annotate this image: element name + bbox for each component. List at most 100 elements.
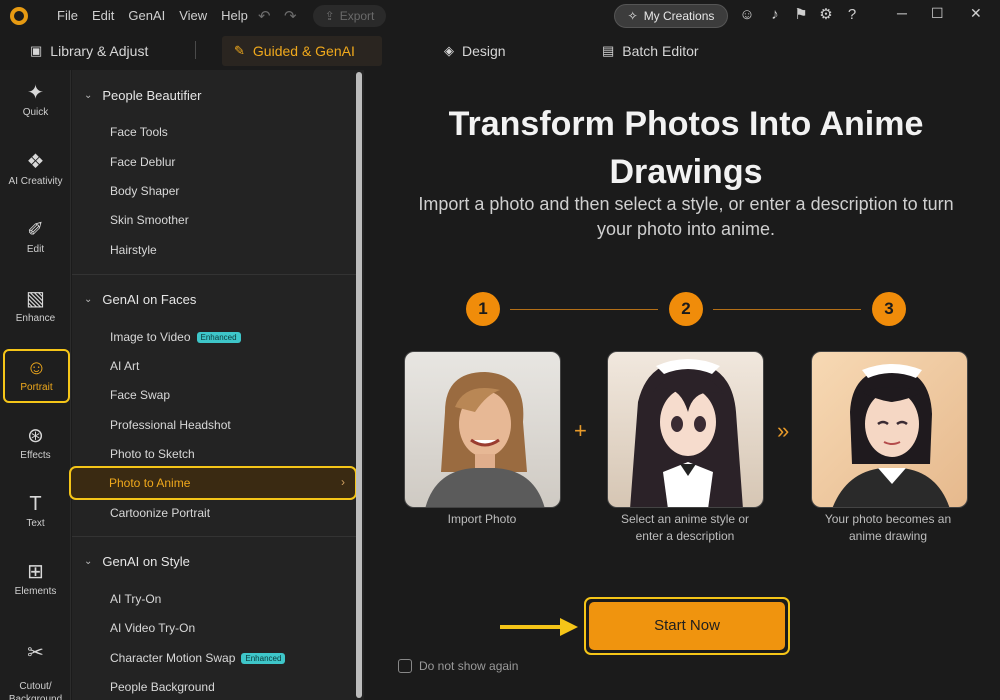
menu-item-cartoonize-portrait[interactable]: Cartoonize Portrait [110,506,210,520]
menu-item-face-deblur[interactable]: Face Deblur [110,155,175,169]
rail-edit[interactable]: ✐ Edit [0,219,71,255]
settings-gear-icon[interactable]: ⚙ [817,6,835,24]
caption-line: anime drawing [848,529,928,543]
enhanced-badge: Enhanced [241,652,286,664]
rail-label: Portrait [20,382,53,393]
app-logo-icon [10,7,28,25]
caption-line: Import Photo [447,512,517,526]
start-now-button[interactable]: Start Now [589,602,785,650]
redo-icon[interactable]: ↷ [284,7,297,25]
caption-line: Select an anime style or [620,512,750,526]
layers-icon: ◈ [444,43,454,58]
step-1-caption: Import Photo [402,511,562,528]
rail-effects[interactable]: ⊛ Effects [0,425,71,461]
menu-bar: File Edit GenAI View Help [57,8,262,23]
tab-label: Batch Editor [622,43,699,59]
quick-wand-icon: ✦ [27,82,44,104]
rail-cutout-background[interactable]: ✂ Cutout/ Background [0,629,71,700]
anime-result-image [811,351,968,508]
page-subtitle: Import a photo and then select a style, … [382,192,990,242]
menu-genai[interactable]: GenAI [128,8,165,23]
tab-label: Guided & GenAI [252,43,355,59]
menu-item-face-tools[interactable]: Face Tools [110,125,168,139]
chevron-down-icon: ⌄ [84,556,93,567]
rail-label: Enhance [15,313,56,324]
menu-scrollbar[interactable] [356,72,362,698]
menu-item-photo-to-anime[interactable]: Photo to Anime › [69,466,357,500]
section-genai-faces[interactable]: ⌄ GenAI on Faces [84,292,196,307]
menu-item-character-motion-swap[interactable]: Character Motion Swap Enhanced [110,651,286,665]
item-label: Professional Headshot [110,418,231,432]
tab-guided-genai[interactable]: ✎ Guided & GenAI [222,36,382,66]
menu-item-skin-smoother[interactable]: Skin Smoother [110,213,189,227]
item-label: Image to Video [110,330,191,344]
section-genai-style[interactable]: ⌄ GenAI on Style [84,554,190,569]
menu-view[interactable]: View [179,8,207,23]
ai-creativity-icon: ❖ [26,151,45,173]
item-label: Face Tools [110,125,168,139]
menu-item-hairstyle[interactable]: Hairstyle [110,243,157,257]
menu-help[interactable]: Help [221,8,248,23]
menu-item-ai-video-try-on[interactable]: AI Video Try-On [110,621,195,635]
library-icon: ▣ [30,43,43,58]
tab-divider [195,41,196,59]
magic-wand-icon: ✎ [234,43,245,58]
dont-show-label[interactable]: Do not show again [419,659,518,673]
rail-enhance[interactable]: ▧ Enhance [0,288,71,324]
menu-item-photo-to-sketch[interactable]: Photo to Sketch [110,447,195,461]
step-1-badge: 1 [466,292,500,326]
menu-file[interactable]: File [57,8,78,23]
pointer-arrow-shaft [500,625,560,629]
menu-item-image-to-video[interactable]: Image to Video Enhanced [110,330,241,344]
plus-icon: + [574,418,587,443]
item-label: AI Video Try-On [110,621,196,635]
dont-show-checkbox[interactable] [398,659,412,673]
title-line-1: Transform Photos Into Anime [448,105,924,143]
cutout-icon: ✂ [27,642,44,664]
subtitle-line-2: your photo into anime. [596,219,776,239]
account-icon[interactable]: ☺ [738,6,756,24]
menu-item-people-background[interactable]: People Background [110,680,215,694]
rail-label: Quick [22,107,49,118]
tab-batch-editor[interactable]: ▤ Batch Editor [590,36,711,66]
rail-label: Elements [14,586,57,597]
close-icon[interactable]: ✕ [970,5,982,22]
rail-quick[interactable]: ✦ Quick [0,82,71,118]
item-label: Face Deblur [110,155,176,169]
caption-line: enter a description [635,529,735,543]
notification-bell-icon[interactable]: ♪ [766,6,784,24]
minimize-icon[interactable]: ─ [897,5,907,21]
item-label: People Background [110,680,215,694]
my-creations-button[interactable]: ✧ My Creations [614,4,728,28]
chevron-down-icon: ⌄ [84,90,93,101]
section-title: People Beautifier [102,88,202,103]
menu-item-body-shaper[interactable]: Body Shaper [110,184,179,198]
menu-item-ai-art[interactable]: AI Art [110,359,139,373]
chevron-right-icon: › [341,475,345,489]
enhanced-badge: Enhanced [196,331,241,343]
maximize-icon[interactable]: ☐ [931,5,944,22]
rail-label: Edit [26,244,45,255]
tab-design[interactable]: ◈ Design [432,36,518,66]
item-label: AI Art [110,359,140,373]
rail-label: Effects [20,450,51,461]
feedback-flag-icon[interactable]: ⚑ [792,6,810,24]
item-label: Body Shaper [110,184,180,198]
export-button[interactable]: ⇪ Export [313,5,386,27]
title-bar: File Edit GenAI View Help ↶ ↷ ⇪ Export ✧… [0,0,1000,32]
menu-item-ai-try-on[interactable]: AI Try-On [110,592,161,606]
help-icon[interactable]: ? [843,6,861,24]
my-creations-label: My Creations [643,9,715,23]
rail-portrait[interactable]: ☺ Portrait [3,349,70,403]
menu-item-face-swap[interactable]: Face Swap [110,388,170,402]
rail-text[interactable]: T Text [0,493,71,529]
menu-item-professional-headshot[interactable]: Professional Headshot [110,418,231,432]
double-chevron-icon: » [777,418,790,443]
section-people-beautifier[interactable]: ⌄ People Beautifier [84,88,201,103]
tab-library-adjust[interactable]: ▣ Library & Adjust [18,36,160,66]
menu-edit[interactable]: Edit [92,8,114,23]
undo-icon[interactable]: ↶ [258,7,271,25]
item-label: Hairstyle [110,243,157,257]
rail-elements[interactable]: ⊞ Elements [0,561,71,597]
rail-ai-creativity[interactable]: ❖ AI Creativity [0,151,71,187]
